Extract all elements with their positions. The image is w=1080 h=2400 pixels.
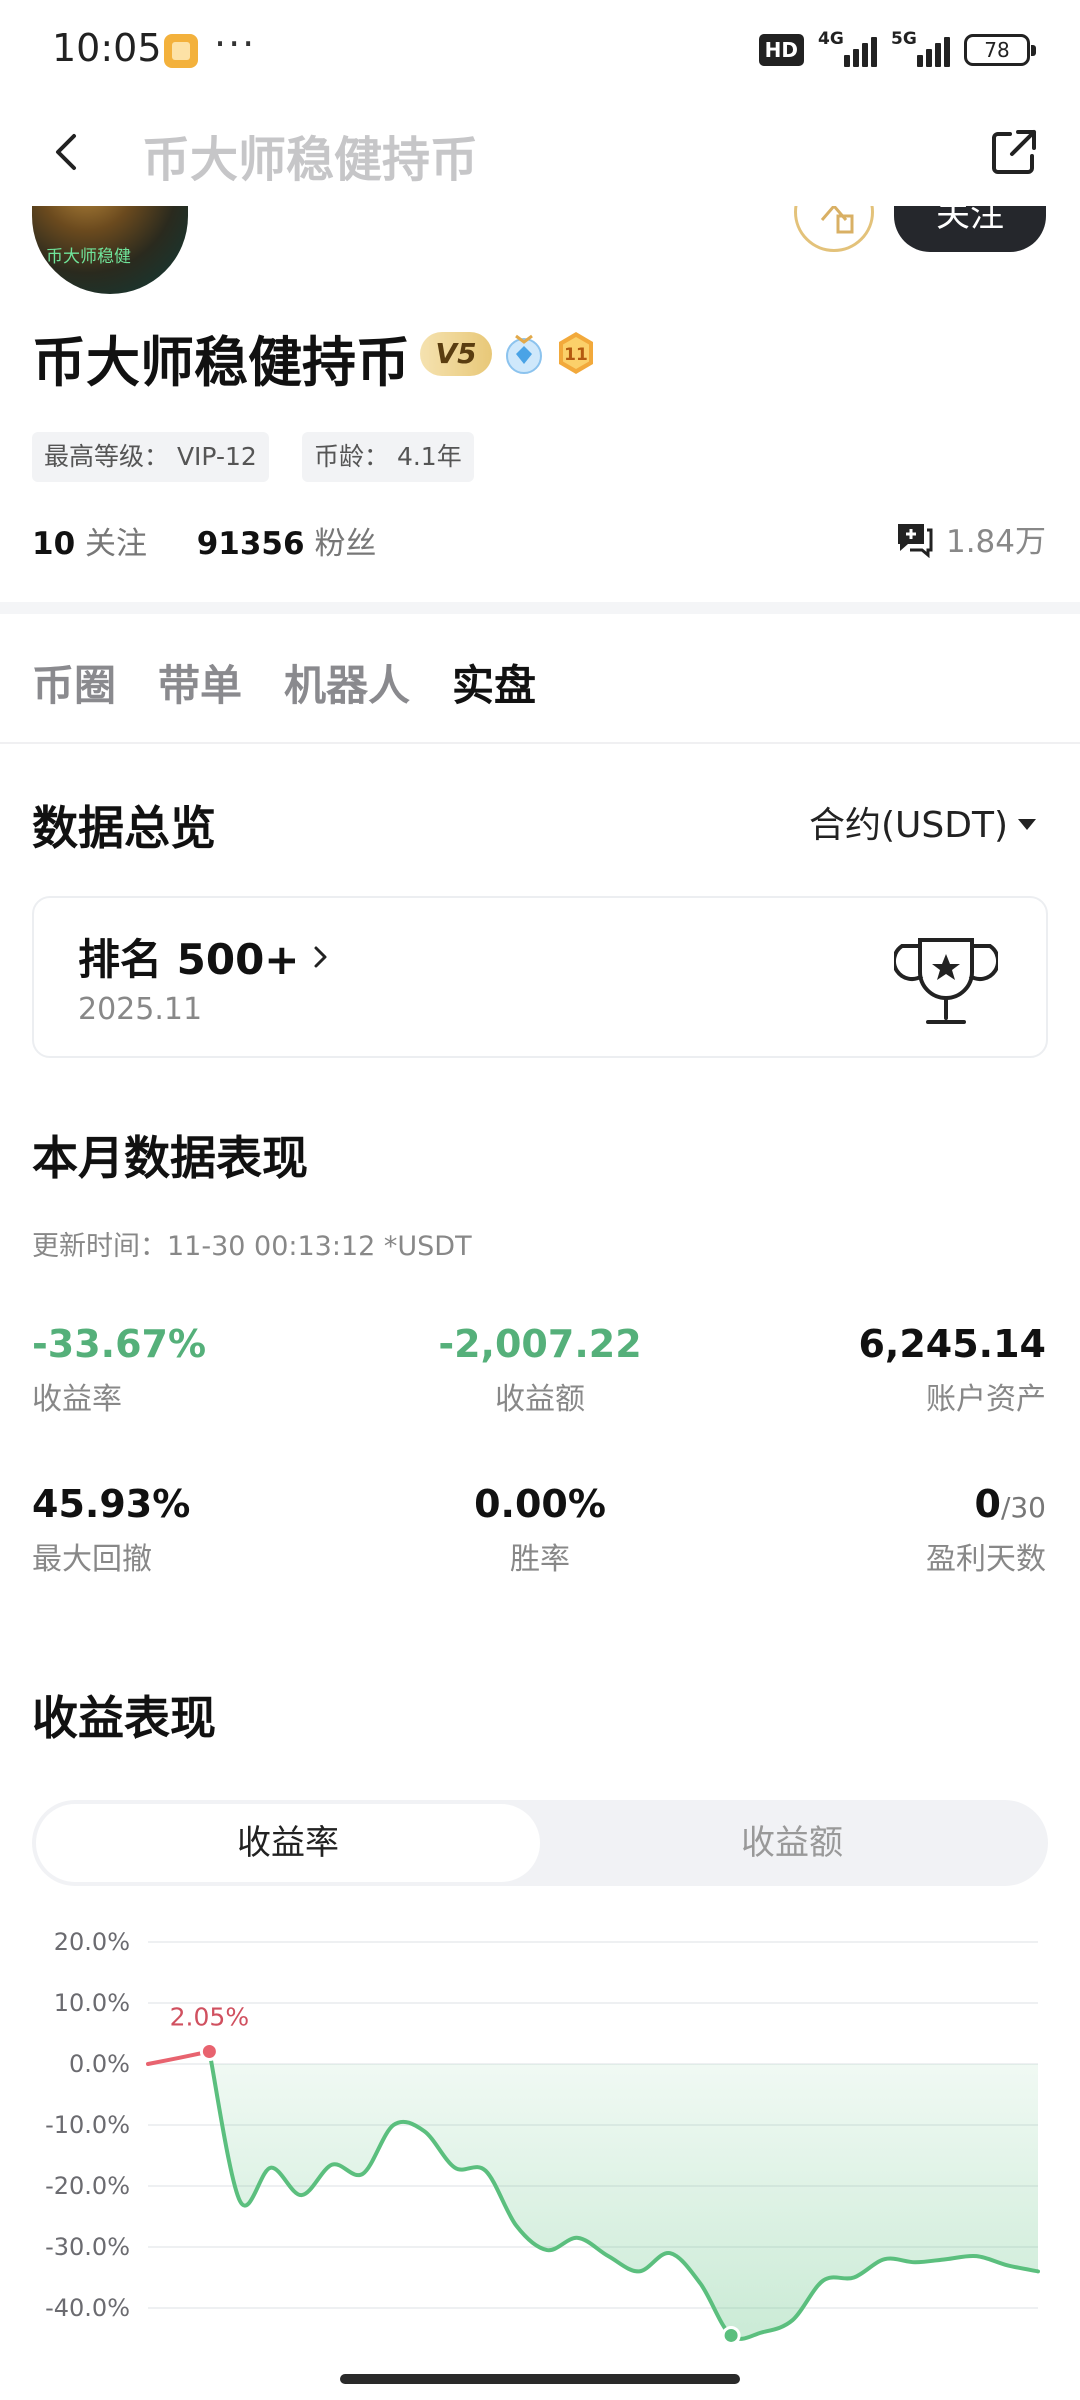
performance-title: 收益表现 [32, 1691, 216, 1745]
rank-card[interactable]: 排名 500+ 2025.11 [32, 896, 1048, 1058]
loss-area [209, 2051, 1039, 2339]
tabs-divider [0, 742, 1080, 744]
y-tick-label: 20.0% [54, 1928, 130, 1956]
vip-badge[interactable]: V5 [420, 332, 492, 376]
signal-5g-label: 5G [891, 29, 917, 49]
signal-5g-icon: 5G [891, 29, 950, 67]
metric-value: -2,007.22 [438, 1322, 642, 1366]
metric-profit-days: 0/30 盈利天数 [926, 1482, 1046, 1578]
following-label: 关注 [85, 526, 147, 562]
home-indicator [340, 2374, 740, 2384]
tab-live[interactable]: 实盘 [452, 652, 536, 713]
rank-label: 排名 500+ [78, 935, 300, 984]
content-tabs: 币圈 带单 机器人 实盘 [32, 652, 536, 713]
y-tick-label: -20.0% [45, 2172, 130, 2200]
following-count[interactable]: 10 [32, 526, 75, 562]
y-tick-label: -10.0% [45, 2111, 130, 2139]
metric-account-assets: 6,245.14 账户资产 [858, 1322, 1046, 1418]
battery-level: 78 [984, 38, 1010, 62]
level-badge-icon[interactable]: 11 [556, 330, 596, 376]
follow-counts: 10 关注 91356 粉丝 [32, 518, 376, 563]
monthly-title: 本月数据表现 [32, 1131, 308, 1185]
metric-value: 0.00% [474, 1482, 606, 1526]
y-tick-label: -40.0% [45, 2294, 130, 2322]
metric-label: 账户资产 [926, 1382, 1046, 1417]
metric-value: 6,245.14 [858, 1322, 1046, 1366]
share-external-icon[interactable] [984, 122, 1044, 182]
nav-bar: 币大师稳健持币 [0, 96, 1080, 206]
messages-count: 1.84万 [945, 524, 1046, 560]
y-tick-label: -30.0% [45, 2233, 130, 2261]
update-time: 更新时间：11-30 00:13:12 *USDT [32, 1231, 472, 1262]
followers-label: 粉丝 [314, 526, 377, 562]
profile-name: 币大师稳健持币 [32, 331, 410, 394]
metric-label: 最大回撤 [32, 1542, 152, 1577]
avatar-text: 币大师稳健 [46, 247, 131, 267]
metric-return-amount: -2,007.22 收益额 [340, 1322, 740, 1418]
contract-dropdown[interactable]: 合约(USDT) [809, 796, 1036, 848]
caret-down-icon [1018, 818, 1036, 830]
metric-label: 胜率 [510, 1542, 570, 1577]
chevron-right-icon [314, 946, 326, 967]
contract-dropdown-label: 合约(USDT) [808, 805, 1008, 846]
metric-toggle: 收益率 收益额 [32, 1800, 1048, 1886]
trophy-icon [894, 938, 998, 1024]
min-point [721, 2325, 741, 2342]
status-time: 10:05 [52, 26, 162, 70]
more-notifications-icon: ··· [214, 22, 257, 66]
tab-bots[interactable]: 机器人 [284, 652, 410, 713]
signal-4g-label: 4G [818, 29, 844, 49]
battery-icon: 78 [964, 34, 1036, 66]
toggle-return-amount[interactable]: 收益额 [540, 1804, 1044, 1882]
chevron-left-icon[interactable] [40, 124, 96, 180]
return-chart[interactable]: 20.0% 10.0% 0.0% -10.0% -20.0% -30.0% -40.0% 2… [0, 1912, 1080, 2342]
y-tick-label: 10.0% [54, 1989, 130, 2017]
metric-max-drawdown: 45.93% 最大回撤 [32, 1482, 190, 1578]
metric-win-rate: 0.00% 胜率 [340, 1482, 740, 1578]
metric-value: -33.67% [32, 1322, 207, 1366]
coin-age-tag: 币龄： 4.1年 [302, 432, 474, 482]
max-level-tag: 最高等级： VIP-12 [32, 432, 269, 482]
overview-title: 数据总览 [32, 801, 216, 855]
followers-count[interactable]: 91356 [197, 526, 305, 562]
max-point-label: 2.05% [170, 2002, 249, 2031]
status-right: HD 4G 5G 78 [758, 29, 1036, 70]
level-badge-number: 11 [564, 345, 588, 365]
metric-label: 盈利天数 [926, 1542, 1046, 1577]
hd-voice-icon: HD [758, 34, 804, 66]
rank-title: 排名 500+ [78, 926, 332, 987]
tab-copy-trading[interactable]: 带单 [158, 652, 242, 713]
y-tick-label: 0.0% [69, 2050, 130, 2078]
max-point [199, 2041, 219, 2061]
profit-days-total: /30 [1000, 1491, 1046, 1524]
metric-value: 45.93% [32, 1482, 191, 1526]
profit-days-value: 0 [974, 1482, 1001, 1526]
section-divider [0, 602, 1080, 614]
status-bar: 10:05 ··· HD 4G 5G 78 [0, 0, 1080, 96]
metric-value: 0/30 [926, 1482, 1046, 1526]
toggle-return-rate[interactable]: 收益率 [36, 1804, 540, 1882]
chat-add-icon [897, 523, 933, 558]
metric-return-rate: -33.67% 收益率 [32, 1322, 206, 1418]
tab-circle[interactable]: 币圈 [32, 652, 116, 713]
signal-4g-icon: 4G [818, 29, 877, 67]
notification-app-icon [164, 34, 198, 68]
metric-label: 收益额 [495, 1382, 585, 1417]
diamond-medal-icon[interactable] [504, 332, 544, 376]
messages-entry[interactable]: 1.84万 [894, 516, 1046, 561]
metric-label: 收益率 [32, 1382, 122, 1417]
rank-date: 2025.11 [78, 992, 203, 1027]
nav-title: 币大师稳健持币 [142, 132, 479, 188]
